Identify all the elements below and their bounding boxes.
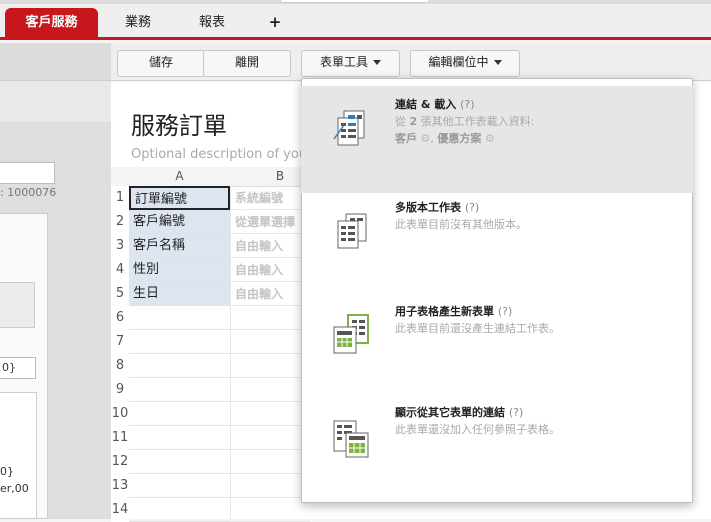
gear-icon[interactable]: ⚙ bbox=[421, 132, 431, 145]
row-number: 2 bbox=[111, 210, 129, 234]
grid-cell-a[interactable]: 性別 bbox=[129, 258, 230, 282]
tab-reports[interactable]: 報表 bbox=[182, 8, 242, 37]
menu-item-link-load-title: 連結 & 載入 (?) bbox=[395, 98, 475, 111]
grid-cell-b[interactable]: 從選單選擇 bbox=[230, 210, 310, 234]
help-link[interactable]: (?) bbox=[460, 98, 474, 111]
grid-cell-b[interactable] bbox=[230, 498, 310, 522]
chevron-down-icon bbox=[493, 60, 502, 65]
grid-cell-a[interactable] bbox=[129, 402, 230, 426]
edit-fields-label: 編輯欄位中 bbox=[428, 55, 489, 69]
row-number: 6 bbox=[111, 306, 129, 330]
left-text-line-1: 0} bbox=[0, 465, 14, 478]
grid-cell-a[interactable] bbox=[129, 306, 230, 330]
subtable-form-icon bbox=[333, 314, 369, 354]
tab-customer-service[interactable]: 客戶服務 bbox=[5, 8, 98, 37]
left-text-line-2: er,00 bbox=[0, 482, 29, 495]
grid-cell-b[interactable]: 自由輸入 bbox=[230, 234, 310, 258]
grid-cell-a[interactable]: 客戶編號 bbox=[129, 210, 230, 234]
menu-item-subtable-form-desc: 此表單目前還沒產生連結工作表。 bbox=[395, 322, 560, 335]
grid-cell-a[interactable]: 生日 bbox=[129, 282, 230, 306]
grid-cell-b[interactable] bbox=[230, 402, 310, 426]
tab-sales[interactable]: 業務 bbox=[108, 8, 168, 37]
grid-cell-b[interactable] bbox=[230, 306, 310, 330]
row-number: 3 bbox=[111, 234, 129, 258]
left-input-2[interactable]: 0} bbox=[0, 357, 36, 379]
left-text-area[interactable] bbox=[0, 392, 37, 519]
row-number: 5 bbox=[111, 282, 129, 306]
grid-cell-a[interactable]: 客戶名稱 bbox=[129, 234, 230, 258]
row-number: 14 bbox=[111, 498, 129, 522]
grid-cell-b[interactable]: 自由輸入 bbox=[230, 258, 310, 282]
row-number: 10 bbox=[111, 402, 129, 426]
left-panel-header bbox=[0, 43, 111, 81]
row-number: 1 bbox=[111, 186, 129, 210]
grid-cell-a[interactable] bbox=[129, 426, 230, 450]
grid-cell-a[interactable] bbox=[129, 330, 230, 354]
save-button[interactable]: 儲存 bbox=[117, 50, 205, 77]
grid-cell-b[interactable] bbox=[230, 330, 310, 354]
row-number: 7 bbox=[111, 330, 129, 354]
grid-cell-a[interactable]: 訂單編號 bbox=[129, 186, 230, 210]
help-link[interactable]: (?) bbox=[465, 201, 479, 214]
form-description[interactable]: Optional description of your bbox=[131, 147, 312, 162]
left-id-label: : 1000076 bbox=[0, 186, 57, 199]
left-input-1[interactable] bbox=[0, 162, 55, 184]
menu-item-link-load-desc: 從 2 張其他工作表載入資料: bbox=[395, 115, 535, 128]
column-header-a[interactable]: A bbox=[129, 167, 230, 187]
row-number: 9 bbox=[111, 378, 129, 402]
grid-cell-b[interactable]: 自由輸入 bbox=[230, 282, 310, 306]
chevron-down-icon bbox=[373, 60, 381, 65]
grid-cell-b[interactable] bbox=[230, 474, 310, 498]
grid-cell-a[interactable] bbox=[129, 450, 230, 474]
form-tools-label: 表單工具 bbox=[319, 55, 368, 69]
show-links-icon bbox=[333, 420, 369, 458]
page-title[interactable]: 服務訂單 bbox=[131, 106, 227, 141]
grid-cell-b[interactable] bbox=[230, 450, 310, 474]
grid-cell-a[interactable] bbox=[129, 474, 230, 498]
row-number: 4 bbox=[111, 258, 129, 282]
row-number: 13 bbox=[111, 474, 129, 498]
grid-cell-a[interactable] bbox=[129, 498, 230, 522]
leave-button[interactable]: 離開 bbox=[203, 50, 291, 77]
edit-fields-dropdown[interactable]: 編輯欄位中 bbox=[410, 50, 520, 77]
multi-version-icon bbox=[337, 213, 367, 249]
help-link[interactable]: (?) bbox=[498, 305, 512, 318]
menu-item-link-load-sheets: 客戶 ⚙, 優惠方案 ⚙ bbox=[395, 132, 495, 145]
grid-corner bbox=[111, 167, 129, 187]
link-load-icon bbox=[333, 110, 365, 146]
row-number: 8 bbox=[111, 354, 129, 378]
grid-cell-b[interactable] bbox=[230, 426, 310, 450]
add-tab-button[interactable]: + bbox=[258, 8, 292, 37]
menu-item-subtable-form-title: 用子表格產生新表單 (?) bbox=[395, 305, 513, 318]
form-tools-dropdown[interactable]: 表單工具 bbox=[301, 50, 400, 77]
row-number: 12 bbox=[111, 450, 129, 474]
menu-item-show-links-desc: 此表單還沒加入任何參照子表格。 bbox=[395, 423, 560, 436]
grid-cell-a[interactable] bbox=[129, 354, 230, 378]
grid-cell-a[interactable] bbox=[129, 378, 230, 402]
menu-item-multi-version-desc: 此表單目前沒有其他版本。 bbox=[395, 218, 527, 231]
grid-cell-b[interactable] bbox=[230, 378, 310, 402]
menu-item-show-links-title: 顯示從其它表單的連結 (?) bbox=[395, 406, 524, 419]
row-number: 11 bbox=[111, 426, 129, 450]
left-gray-box bbox=[0, 282, 35, 328]
menu-item-multi-version-title: 多版本工作表 (?) bbox=[395, 201, 480, 214]
grid-cell-b[interactable]: 系統編號 bbox=[230, 186, 310, 210]
gear-icon[interactable]: ⚙ bbox=[485, 132, 495, 145]
tab-bar bbox=[0, 0, 711, 40]
grid-cell-b[interactable] bbox=[230, 354, 310, 378]
help-link[interactable]: (?) bbox=[509, 406, 523, 419]
top-search-box[interactable] bbox=[280, 0, 430, 3]
